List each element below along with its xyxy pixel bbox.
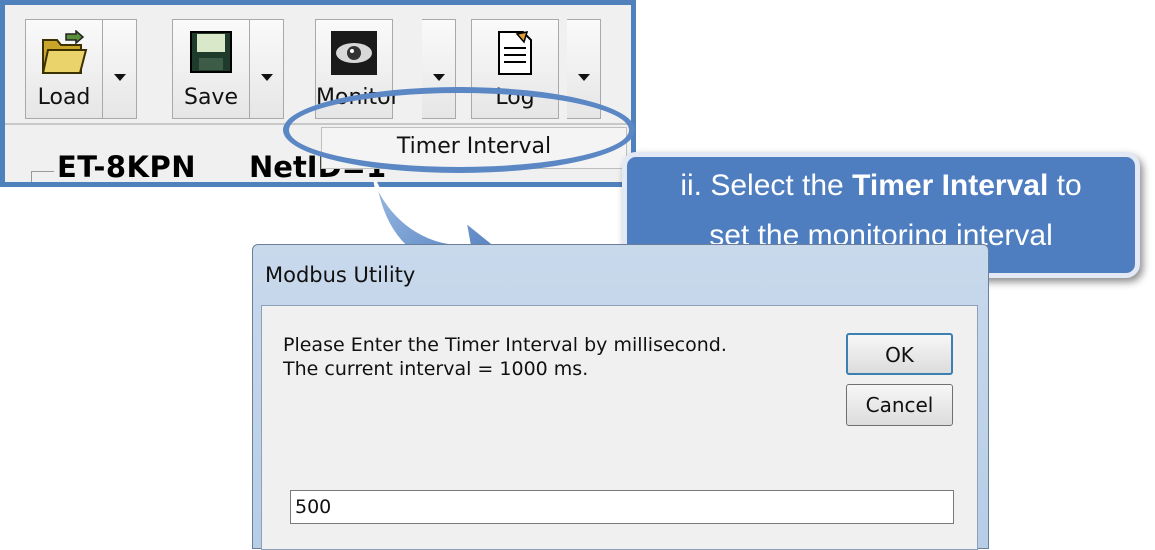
load-button[interactable]: Load	[25, 19, 103, 119]
open-folder-icon	[40, 29, 88, 81]
highlight-ellipse	[283, 87, 635, 173]
callout-bold-text: Timer Interval	[852, 169, 1049, 202]
save-label: Save	[183, 85, 238, 110]
load-dropdown-button[interactable]	[103, 19, 137, 119]
dialog-body: Please Enter the Timer Interval by milli…	[261, 305, 978, 550]
dialog-message-line-1: Please Enter the Timer Interval by milli…	[283, 334, 727, 356]
floppy-disk-icon	[189, 30, 233, 79]
device-label: ET-8KPN	[57, 150, 197, 184]
dropdown-arrow-icon	[577, 74, 590, 81]
dialog-message-line-2: The current interval = 1000 ms.	[283, 358, 589, 380]
dropdown-arrow-icon	[432, 74, 445, 81]
callout-prefix: ii. Select the	[680, 169, 853, 202]
interval-input[interactable]: 500	[290, 490, 954, 524]
callout-line-1: ii. Select the Timer Interval to	[627, 169, 1135, 203]
dropdown-arrow-icon	[113, 74, 126, 81]
callout-suffix: to	[1048, 169, 1082, 202]
cancel-button[interactable]: Cancel	[846, 384, 953, 426]
load-label: Load	[37, 85, 91, 110]
dropdown-arrow-icon	[260, 74, 273, 81]
save-dropdown-button[interactable]	[250, 19, 284, 119]
dialog-title: Modbus Utility	[265, 263, 416, 287]
ok-button[interactable]: OK	[846, 333, 953, 375]
document-edit-icon	[495, 30, 535, 81]
eye-icon	[330, 30, 378, 81]
modbus-utility-dialog: Modbus Utility Please Enter the Timer In…	[252, 244, 989, 550]
groupbox-corner	[31, 171, 54, 182]
save-button[interactable]: Save	[172, 19, 250, 119]
